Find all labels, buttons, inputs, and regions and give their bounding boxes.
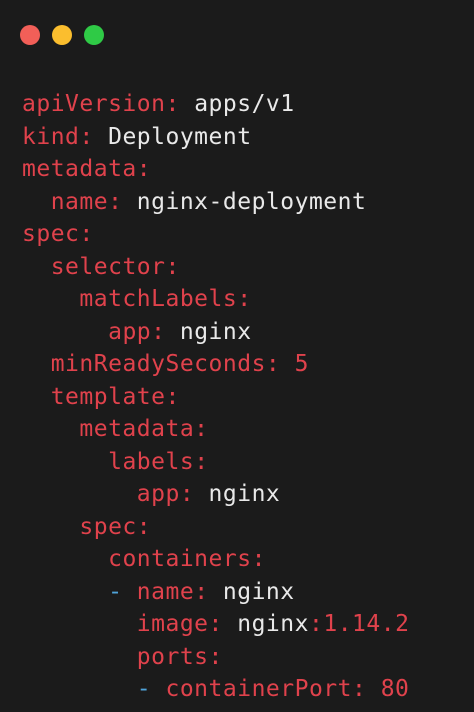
yaml-separator: : (194, 448, 209, 475)
code-line: template: (22, 381, 409, 414)
yaml-number: 1.14.2 (323, 611, 410, 637)
code-line: app: nginx (22, 316, 409, 349)
yaml-number: 80 (380, 676, 410, 702)
yaml-key: apiVersion (22, 91, 166, 117)
yaml-key: minReadySeconds (50, 351, 266, 377)
yaml-separator: : (79, 221, 94, 247)
code-line: selector: (22, 251, 409, 284)
maximize-window-icon[interactable] (84, 25, 104, 45)
list-dash: - (108, 578, 137, 605)
yaml-key: name (50, 188, 109, 215)
yaml-key: metadata (79, 416, 195, 442)
code-line: - name: nginx (22, 576, 409, 609)
yaml-key: spec (79, 513, 137, 540)
window-controls (20, 25, 104, 47)
yaml-key: kind (22, 123, 80, 150)
yaml-separator: : (265, 351, 295, 377)
yaml-separator: : (208, 643, 223, 670)
yaml-separator: : (108, 188, 137, 215)
yaml-key: selector (50, 253, 166, 280)
yaml-key: spec (22, 221, 80, 247)
yaml-key: ports (136, 643, 209, 670)
yaml-key: containers (108, 546, 252, 572)
yaml-separator: : (165, 253, 180, 280)
close-window-icon[interactable] (20, 25, 40, 45)
yaml-value: apps/v1 (194, 91, 295, 117)
yaml-value-separator: : (308, 611, 324, 637)
yaml-separator: : (352, 676, 381, 702)
code-line: spec: (22, 218, 409, 251)
code-line: matchLabels: (22, 283, 409, 316)
yaml-key: app (108, 318, 152, 345)
yaml-separator: : (194, 416, 209, 442)
yaml-key: name (136, 578, 195, 605)
code-window: apiVersion: apps/v1 kind: Deployment metad… (0, 0, 474, 712)
yaml-value: nginx-deployment (136, 188, 367, 215)
code-line: app: nginx (22, 478, 409, 511)
yaml-key: labels (108, 448, 195, 475)
yaml-separator: : (79, 123, 109, 150)
yaml-code-block: apiVersion: apps/v1 kind: Deployment metad… (22, 88, 409, 706)
code-line: kind: Deployment (22, 121, 409, 154)
yaml-key: containerPort (165, 676, 352, 702)
code-line: minReadySeconds: 5 (22, 348, 409, 381)
code-line: metadata: (22, 153, 409, 186)
yaml-separator: : (194, 578, 223, 605)
code-line: ports: (22, 641, 409, 674)
yaml-separator: : (136, 513, 152, 540)
code-line: labels: (22, 446, 409, 479)
code-line: - containerPort: 80 (22, 673, 409, 706)
yaml-key: matchLabels (79, 286, 238, 312)
list-dash: - (136, 676, 166, 702)
yaml-key: template (50, 383, 166, 410)
yaml-separator: : (237, 286, 252, 312)
code-line: spec: (22, 511, 409, 544)
yaml-separator: : (251, 546, 266, 572)
yaml-separator: : (136, 156, 152, 182)
code-line: apiVersion: apps/v1 (22, 88, 409, 121)
yaml-key: image (136, 611, 209, 637)
yaml-key: metadata (22, 156, 137, 182)
yaml-separator: : (179, 481, 209, 507)
code-line: image: nginx:1.14.2 (22, 608, 409, 641)
yaml-number: 5 (294, 351, 309, 377)
yaml-separator: : (151, 318, 180, 345)
yaml-value: nginx (222, 578, 295, 605)
code-line: metadata: (22, 413, 409, 446)
yaml-value: nginx (208, 481, 281, 507)
yaml-value: nginx (237, 611, 309, 637)
yaml-key: app (136, 481, 180, 507)
code-line: containers: (22, 543, 409, 576)
yaml-separator: : (208, 611, 238, 637)
minimize-window-icon[interactable] (52, 25, 72, 45)
yaml-value: nginx (179, 318, 252, 345)
yaml-value: Deployment (108, 123, 252, 150)
code-line: name: nginx-deployment (22, 186, 409, 219)
yaml-separator: : (165, 383, 180, 410)
yaml-separator: : (165, 91, 195, 117)
